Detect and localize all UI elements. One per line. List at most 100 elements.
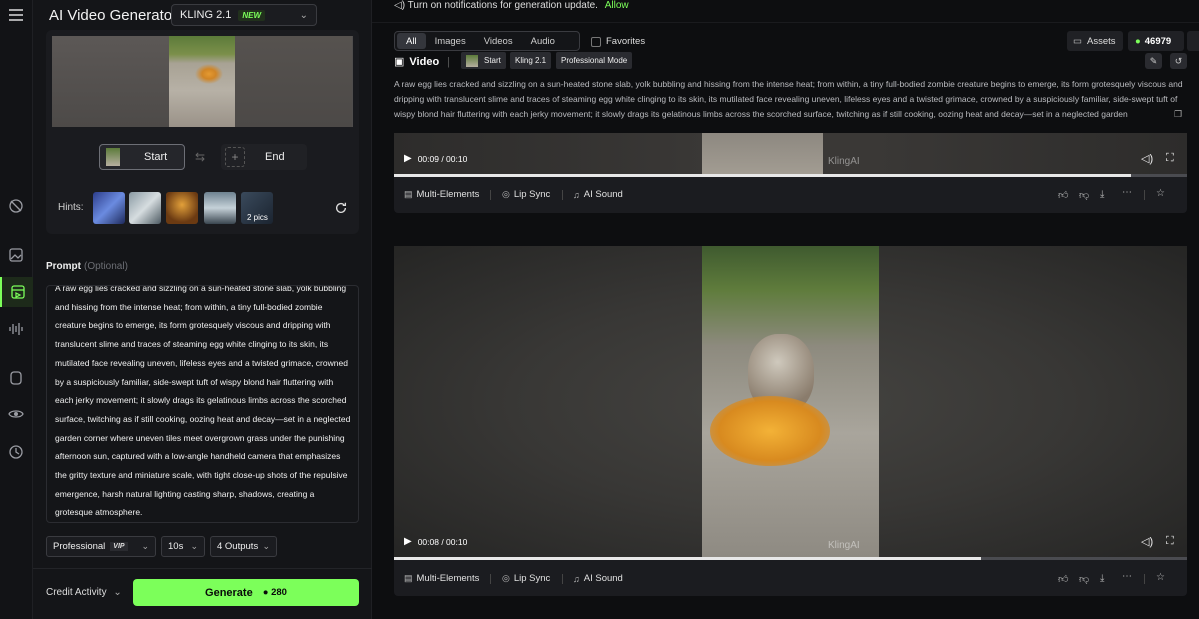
page-title: AI Video Generator [49,7,178,24]
prompt-textarea[interactable]: A raw egg lies cracked and sizzling on a… [46,285,359,523]
divider [1144,190,1145,200]
play-icon[interactable]: ▶ [404,536,412,547]
favorites-checkbox[interactable]: Favorites [591,36,645,47]
nav-elements-icon[interactable] [7,369,25,387]
model-name: KLING 2.1 [180,9,232,21]
chevron-down-icon: ⌄ [141,541,149,551]
prompt-label-text: Prompt [46,261,81,272]
thumbs-down-icon[interactable]: 👎︎ [1079,573,1089,585]
refresh-icon[interactable] [334,201,348,215]
tab-audio[interactable]: Audio [522,33,564,49]
mode-select[interactable]: Professional VIP ⌄ [46,536,156,557]
hint-more-label: 2 pics [247,213,268,222]
fullscreen-icon[interactable]: ⛶ [1166,152,1174,165]
end-frame-button[interactable]: + End [221,144,307,170]
volume-icon[interactable]: ◁) [1141,152,1153,165]
lip-sync-button[interactable]: ◎ Lip Sync [502,573,550,584]
edit-icon[interactable]: ✎ [1145,53,1162,69]
hint-more[interactable]: 2 pics [241,192,273,224]
ai-sound-button[interactable]: ♫ AI Sound [573,573,623,584]
start-frame-preview[interactable] [52,36,353,127]
swap-frames-icon[interactable]: ⇆ [195,150,205,164]
more-icon[interactable]: ⋯ [1122,187,1132,198]
video-progress[interactable] [394,557,1187,560]
sound-icon: ♫ [573,189,580,200]
video-progress[interactable] [394,174,1187,177]
credits-balance[interactable]: ● 46979 [1128,31,1184,51]
tag-start: Start [461,52,506,69]
outputs-select[interactable]: 4 Outputs ⌄ [210,536,277,557]
allow-notifications-link[interactable]: Allow [605,0,629,11]
nav-video-icon[interactable] [0,277,33,307]
egg-yolk [710,396,830,466]
preview-blur-right [235,36,352,127]
video-frame [702,133,823,174]
download-icon[interactable]: ⤓ [1100,189,1104,200]
video-player[interactable] [394,246,1187,558]
video-frame [702,246,879,558]
app-root: AI Video Generator KLING 2.1 NEW ⌄ Start… [0,0,1199,619]
thumbs-down-icon[interactable]: 👎︎ [1079,189,1089,201]
multi-elements-label: Multi-Elements [416,189,480,200]
start-frame-image [169,36,235,127]
progress-fill [394,174,1132,177]
nav-image-icon[interactable] [7,246,25,264]
hint-thumbnail[interactable] [204,192,236,224]
panel-toggle-button[interactable] [1187,31,1199,51]
start-label: Start [144,151,168,163]
nav-history-icon[interactable] [7,443,25,461]
credit-activity-menu[interactable]: Credit Activity ⌄ [46,587,122,598]
play-icon[interactable]: ▶ [404,153,412,164]
hints-label: Hints: [58,202,84,213]
progress-fill [394,557,981,560]
download-icon[interactable]: ⤓ [1100,573,1104,584]
star-icon[interactable]: ☆ [1156,188,1165,199]
add-icon: + [225,147,245,167]
prompt-label: Prompt (Optional) [46,261,128,272]
tab-all[interactable]: All [397,33,426,49]
hint-thumbnail[interactable] [129,192,161,224]
regenerate-icon[interactable]: ↺ [1170,53,1187,69]
nav-audio-icon[interactable] [7,320,25,338]
assets-button[interactable]: ▭ Assets [1067,31,1123,51]
chevron-down-icon: ⌄ [262,541,270,551]
chevron-down-icon: ⌄ [299,9,308,21]
star-icon[interactable]: ☆ [1156,572,1165,583]
more-icon[interactable]: ⋯ [1122,571,1132,582]
start-frame-button[interactable]: Start [99,144,185,170]
thumbs-up-icon[interactable]: 👍︎ [1058,189,1068,201]
model-select[interactable]: KLING 2.1 NEW ⌄ [171,4,317,26]
duration-select[interactable]: 10s ⌄ [161,536,205,557]
multi-elements-icon: ▤ [404,189,413,199]
divider [372,22,1199,23]
folder-icon: ▭ [1073,35,1082,47]
multi-elements-button[interactable]: ▤ Multi-Elements [404,189,479,200]
filter-tabs: All Images Videos Audio [394,31,580,51]
fullscreen-icon[interactable]: ⛶ [1166,535,1174,548]
menu-icon[interactable] [7,6,25,24]
assets-label: Assets [1086,35,1116,47]
nav-explore-icon[interactable] [7,197,25,215]
video-player[interactable] [394,133,1187,174]
hint-thumbnail[interactable] [166,192,198,224]
ai-sound-button[interactable]: ♫ AI Sound [573,189,623,200]
volume-icon[interactable]: ◁) [1141,535,1153,548]
multi-elements-label: Multi-Elements [416,573,480,584]
hint-thumbnail[interactable] [93,192,125,224]
tab-videos[interactable]: Videos [475,33,522,49]
multi-elements-button[interactable]: ▤ Multi-Elements [404,573,479,584]
prompt-optional: (Optional) [84,261,128,272]
video-time: 00:09 / 00:10 [417,153,468,164]
multi-elements-icon: ▤ [404,573,413,583]
nav-rail [0,0,33,619]
generate-button[interactable]: Generate ● 280 [133,579,359,606]
result-header: ▣ Video | [394,55,450,69]
new-badge: NEW [238,9,266,21]
tab-images[interactable]: Images [426,33,475,49]
nav-eye-icon[interactable] [7,405,25,423]
thumbs-up-icon[interactable]: 👍︎ [1058,573,1068,585]
divider [33,568,372,569]
start-thumbnail [106,148,120,166]
copy-icon[interactable]: ❐ [1174,109,1182,120]
lip-sync-button[interactable]: ◎ Lip Sync [502,189,550,200]
